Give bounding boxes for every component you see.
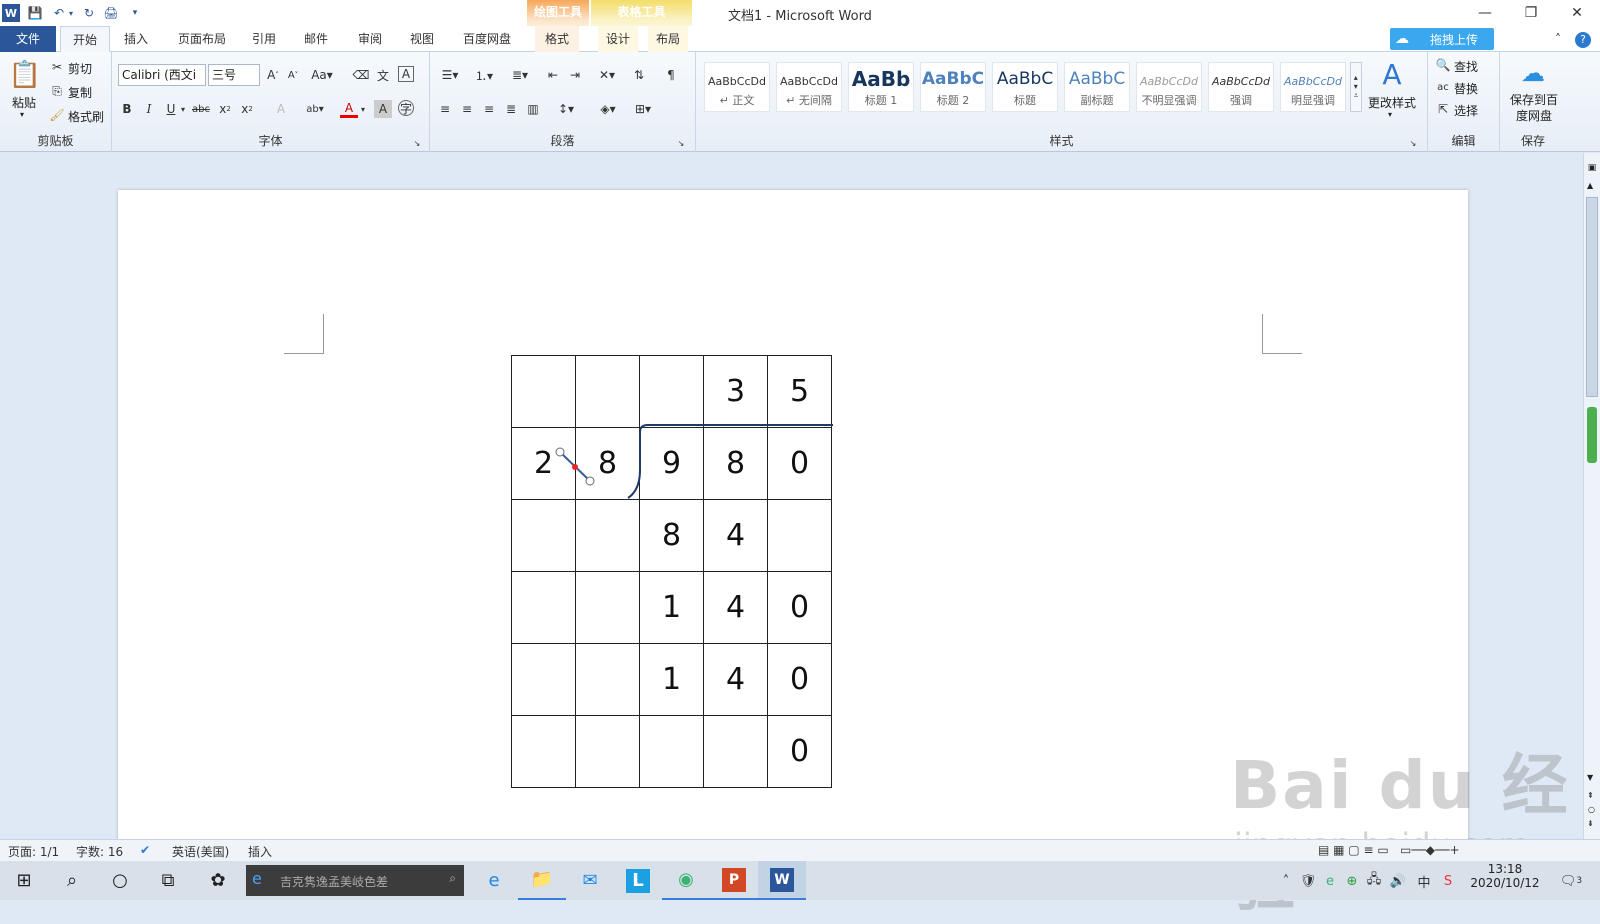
start-icon[interactable]: ⊞ — [0, 861, 48, 900]
sogou-ime-icon[interactable]: S — [1438, 871, 1458, 891]
edge-icon[interactable]: e — [470, 861, 518, 900]
zoom-slider[interactable]: ▭──◆──+ — [1400, 843, 1460, 857]
cortana-icon[interactable]: ○ — [96, 861, 144, 900]
taskbar-search-box[interactable]: e 吉克隽逸孟美岐色差 ⌕ — [246, 865, 464, 896]
division-bracket[interactable] — [627, 424, 833, 499]
scroll-up-icon[interactable]: ▲ — [1587, 181, 1593, 190]
baidu-side-widget[interactable] — [1587, 407, 1597, 463]
file-explorer-icon[interactable]: 📁 — [518, 861, 566, 900]
line-rotation-handle[interactable] — [572, 464, 578, 470]
insert-mode[interactable]: 插入 — [248, 843, 272, 860]
app-l-icon[interactable]: L — [626, 868, 650, 893]
app-l-wrap: L — [614, 861, 662, 900]
word-taskbar-icon[interactable]: W — [770, 867, 794, 892]
network-icon[interactable]: 🖧 — [1364, 871, 1384, 891]
task-view-icon[interactable]: ⧉ — [144, 861, 192, 900]
ruler-toggle-icon[interactable]: ▣ — [1586, 163, 1598, 175]
browser-360-icon[interactable]: ◉ — [662, 861, 710, 900]
browser-tray-icon[interactable]: e — [1320, 871, 1340, 891]
security-tray-icon[interactable]: 🛡 — [1298, 871, 1318, 891]
notification-center-icon[interactable]: 🗨 3 — [1556, 871, 1586, 891]
show-hidden-icons-icon[interactable]: ˄ — [1276, 871, 1296, 891]
notification-count: 3 — [1576, 876, 1583, 886]
powerpoint-icon[interactable]: P — [722, 867, 746, 892]
ppt-wrap: P — [710, 861, 758, 900]
scroll-thumb[interactable] — [1586, 197, 1598, 397]
search-glass-icon: ⌕ — [449, 871, 456, 885]
volume-icon[interactable]: 🔊 — [1388, 871, 1408, 891]
ie-search-icon: e — [252, 869, 262, 888]
taskbar-search-text: 吉克隽逸孟美岐色差 — [280, 875, 389, 889]
pinwheel-app-icon[interactable]: ✿ — [194, 861, 242, 900]
status-bar: 页面: 1/1 字数: 16 ✔ 英语(美国) 插入 ▤ ▦ ▢ ≡ ▭ ▭──… — [0, 839, 1600, 861]
proofing-icon[interactable]: ✔ — [140, 843, 150, 857]
clock-date: 2020/10/12 — [1470, 876, 1540, 890]
line-start-handle[interactable] — [555, 447, 565, 457]
line-end-handle[interactable] — [585, 476, 595, 486]
word-count[interactable]: 字数: 16 — [76, 843, 123, 860]
search-icon[interactable]: ⌕ — [48, 861, 96, 900]
update-tray-icon[interactable]: ⊕ — [1342, 871, 1362, 891]
clock[interactable]: 13:18 2020/10/12 — [1470, 862, 1540, 890]
ime-indicator[interactable]: 中 — [1414, 871, 1434, 891]
language[interactable]: 英语(美国) — [172, 843, 229, 860]
taskbar: ⊞ ⌕ ○ ⧉ ✿ e 吉克隽逸孟美岐色差 ⌕ e 📁 ✉ L ◉ P W ˄ … — [0, 861, 1600, 900]
page-count[interactable]: 页面: 1/1 — [8, 843, 59, 860]
mail-icon[interactable]: ✉ — [566, 861, 614, 900]
view-buttons[interactable]: ▤ ▦ ▢ ≡ ▭ — [1318, 843, 1389, 857]
word-wrap: W — [758, 861, 806, 900]
clock-time: 13:18 — [1487, 862, 1523, 876]
